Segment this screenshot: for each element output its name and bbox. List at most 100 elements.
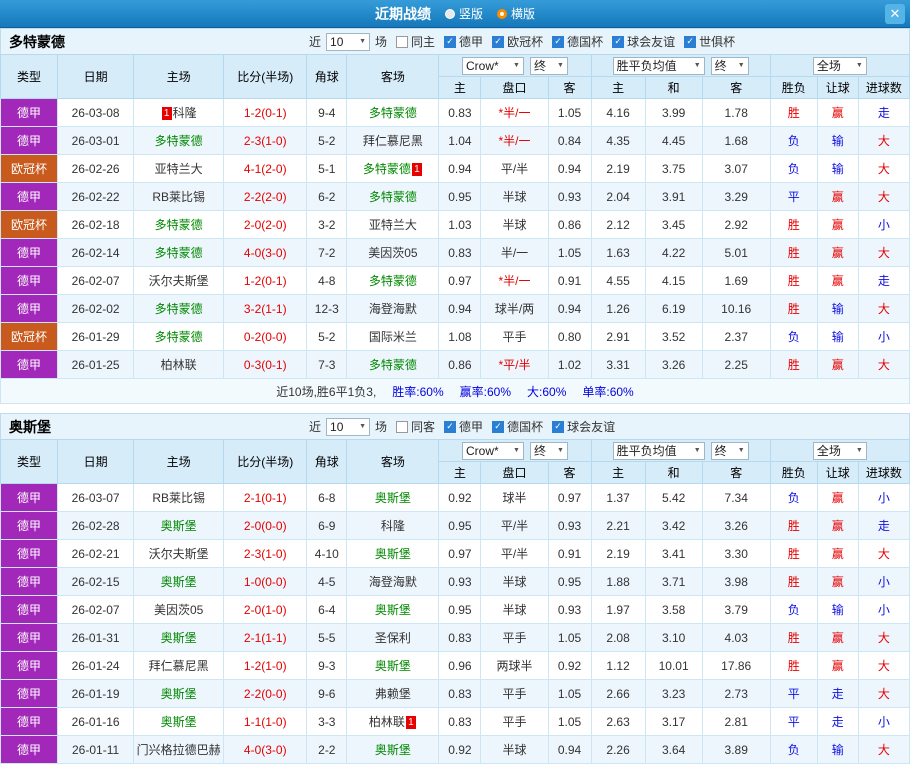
home-team-name: RB莱比锡 xyxy=(152,190,205,204)
avg-home-odds: 2.12 xyxy=(590,210,646,239)
away-team: 奥斯堡 xyxy=(346,651,440,680)
result-handicap: 输 xyxy=(816,154,859,183)
odds-home: 0.93 xyxy=(438,567,482,596)
result-outcome: 胜 xyxy=(769,238,818,267)
home-team: 沃尔夫斯堡 xyxy=(133,266,225,295)
radio-horizontal-label: 横版 xyxy=(511,7,536,21)
filter-checkbox[interactable]: ✓ 球会友谊 xyxy=(552,418,615,435)
odds-home: 1.04 xyxy=(438,126,482,155)
final-avg-select[interactable]: 终 ▼ xyxy=(710,56,749,75)
filter-checkbox[interactable]: 同主 xyxy=(396,33,435,50)
match-date: 26-02-26 xyxy=(57,154,135,183)
league-badge: 德甲 xyxy=(0,567,59,596)
radio-horizontal-layout[interactable]: 横版 xyxy=(497,5,535,22)
avg-home-odds: 1.26 xyxy=(590,294,646,323)
column-subheader: 让球 xyxy=(816,76,859,99)
away-team-name: 奥斯堡 xyxy=(374,603,411,617)
match-date: 26-02-02 xyxy=(57,294,135,323)
radio-vertical-layout[interactable]: 竖版 xyxy=(444,5,483,22)
avg-draw-odds: 3.71 xyxy=(644,567,703,596)
dropdown-arrow-icon: ▼ xyxy=(737,447,745,454)
filter-checkbox-label: 德国杯 xyxy=(507,420,544,434)
result-goals: 大 xyxy=(857,539,910,568)
close-button[interactable]: ✕ xyxy=(885,4,905,24)
column-subheader: 进球数 xyxy=(857,461,910,484)
filter-checkbox[interactable]: ✓ 欧冠杯 xyxy=(492,33,543,50)
unit-label: 场 xyxy=(375,35,388,49)
home-team-name: 柏林联 xyxy=(160,358,197,372)
away-team-name: 海登海默 xyxy=(368,302,417,316)
result-goals: 大 xyxy=(857,294,910,323)
window-title: 近期战绩 xyxy=(374,5,431,22)
result-handicap: 赢 xyxy=(816,511,859,540)
scope-select[interactable]: 全场 ▼ xyxy=(812,441,867,460)
avg-away-odds: 2.92 xyxy=(701,210,771,239)
odds-home: 0.92 xyxy=(438,735,482,764)
result-handicap: 输 xyxy=(816,595,859,624)
odds-away: 0.93 xyxy=(547,182,592,211)
avg-away-odds: 2.25 xyxy=(701,350,771,379)
odds-home: 0.95 xyxy=(438,511,482,540)
odds-company-select[interactable]: Crow* ▼ xyxy=(461,56,524,75)
home-team-name: 奥斯堡 xyxy=(160,715,197,729)
match-count-select[interactable]: 10 ▼ xyxy=(326,32,371,51)
avg-home-odds: 2.19 xyxy=(590,539,646,568)
result-handicap: 赢 xyxy=(816,98,859,127)
avg-away-odds: 2.81 xyxy=(701,707,771,736)
odds-away: 0.92 xyxy=(547,651,592,680)
odds-home: 0.83 xyxy=(438,98,482,127)
avg-home-odds: 4.35 xyxy=(590,126,646,155)
filter-checkbox[interactable]: ✓ 德甲 xyxy=(444,33,483,50)
filter-checkbox[interactable]: ✓ 世俱杯 xyxy=(684,33,735,50)
away-team-name: 奥斯堡 xyxy=(374,547,411,561)
league-badge: 德甲 xyxy=(0,350,59,379)
odds-company-select[interactable]: Crow* ▼ xyxy=(461,441,524,460)
odds-home: 1.08 xyxy=(438,322,482,351)
away-team: 圣保利 xyxy=(346,623,440,652)
column-header: 角球 xyxy=(306,439,348,484)
league-badge: 德甲 xyxy=(0,126,59,155)
odds-away: 0.94 xyxy=(547,154,592,183)
odds-away: 1.02 xyxy=(547,350,592,379)
final-avg-select[interactable]: 终 ▼ xyxy=(710,441,749,460)
home-team-name: 美因茨05 xyxy=(153,603,204,617)
match-score: 1-0(0-0) xyxy=(223,567,308,596)
avg-draw-odds: 3.91 xyxy=(644,182,703,211)
result-goals: 走 xyxy=(857,511,910,540)
away-team: 美因茨05 xyxy=(346,238,440,267)
avg-odds-select[interactable]: 胜平负均值 ▼ xyxy=(612,441,705,460)
odds-home: 1.03 xyxy=(438,210,482,239)
avg-away-odds: 5.01 xyxy=(701,238,771,267)
near-label: 近 xyxy=(309,35,322,49)
away-team: 亚特兰大 xyxy=(346,210,440,239)
filter-checkbox[interactable]: 同客 xyxy=(396,418,435,435)
final-odds-select[interactable]: 终 ▼ xyxy=(529,441,568,460)
section-divider xyxy=(0,404,910,413)
avg-away-odds: 1.69 xyxy=(701,266,771,295)
odds-away: 0.86 xyxy=(547,210,592,239)
filter-checkbox[interactable]: ✓ 球会友谊 xyxy=(612,33,675,50)
result-goals: 小 xyxy=(857,567,910,596)
avg-odds-select[interactable]: 胜平负均值 ▼ xyxy=(612,56,705,75)
avg-away-odds: 10.16 xyxy=(701,294,771,323)
filter-checkbox[interactable]: ✓ 德甲 xyxy=(444,418,483,435)
column-header: 角球 xyxy=(306,54,348,99)
home-team-name: 沃尔夫斯堡 xyxy=(148,274,209,288)
result-outcome: 负 xyxy=(769,595,818,624)
odds-company-select-value: Crow* xyxy=(465,443,499,458)
home-team-name: 亚特兰大 xyxy=(154,162,203,176)
league-badge: 欧冠杯 xyxy=(0,154,59,183)
filter-checkbox[interactable]: ✓ 德国杯 xyxy=(492,418,543,435)
odds-away: 1.05 xyxy=(547,238,592,267)
odds-handicap: 半球 xyxy=(480,567,549,596)
scope-select[interactable]: 全场 ▼ xyxy=(812,56,867,75)
odds-company-header: Crow* ▼ 终 ▼ xyxy=(438,439,592,462)
odds-handicap: 半球 xyxy=(480,595,549,624)
result-outcome: 胜 xyxy=(769,210,818,239)
filter-checkbox[interactable]: ✓ 德国杯 xyxy=(552,33,603,50)
avg-odds-header: 胜平负均值 ▼ 终 ▼ xyxy=(590,54,771,77)
match-count-select[interactable]: 10 ▼ xyxy=(326,417,371,436)
final-odds-select[interactable]: 终 ▼ xyxy=(529,56,568,75)
odds-away: 1.05 xyxy=(547,707,592,736)
odds-handicap: *平/半 xyxy=(480,350,549,379)
